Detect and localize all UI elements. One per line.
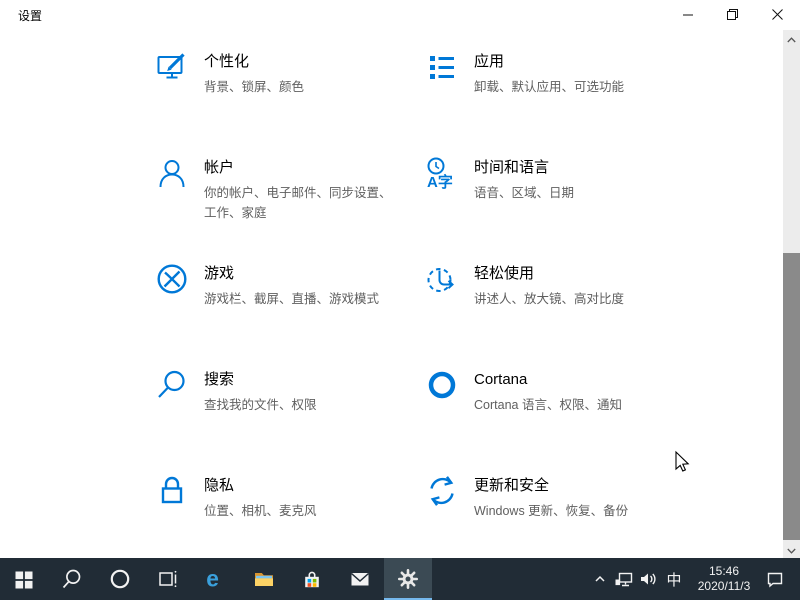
category-title: 应用 bbox=[474, 52, 624, 72]
taskbar-button-store[interactable] bbox=[288, 558, 336, 600]
tray-chevron-up-icon[interactable] bbox=[588, 558, 612, 600]
apps-icon bbox=[425, 50, 459, 84]
minimize-button[interactable] bbox=[665, 0, 710, 30]
edge-icon: e bbox=[203, 566, 229, 592]
category-title: 个性化 bbox=[204, 52, 304, 72]
svg-text:e: e bbox=[206, 566, 219, 592]
window-title: 设置 bbox=[18, 7, 42, 24]
category-title: 更新和安全 bbox=[474, 476, 628, 496]
cortana-icon bbox=[425, 368, 459, 402]
personalization-icon bbox=[155, 50, 189, 84]
search-icon bbox=[155, 368, 189, 402]
settings-category-ease-of-access[interactable]: 轻松使用 讲述人、放大镜、高对比度 bbox=[425, 262, 695, 368]
scroll-down-button[interactable] bbox=[783, 541, 800, 558]
chevron-down-icon bbox=[787, 541, 796, 559]
taskbar: e bbox=[0, 558, 800, 600]
category-title: Cortana bbox=[474, 370, 622, 390]
settings-category-personalization[interactable]: 个性化 背景、锁屏、颜色 bbox=[155, 50, 425, 156]
minimize-icon bbox=[683, 8, 693, 23]
category-subtitle: 背景、锁屏、颜色 bbox=[204, 77, 304, 97]
title-bar: 设置 bbox=[0, 0, 800, 30]
category-subtitle: Cortana 语言、权限、通知 bbox=[474, 395, 622, 415]
taskbar-buttons: e bbox=[0, 558, 432, 600]
update-security-icon bbox=[425, 474, 459, 508]
taskbar-button-taskbar-search[interactable] bbox=[48, 558, 96, 600]
settings-category-cortana[interactable]: Cortana Cortana 语言、权限、通知 bbox=[425, 368, 695, 474]
window-controls bbox=[665, 0, 800, 30]
gaming-icon bbox=[155, 262, 189, 296]
close-icon bbox=[772, 8, 783, 23]
taskbar-button-task-view[interactable] bbox=[144, 558, 192, 600]
svg-text:A字: A字 bbox=[427, 173, 453, 190]
taskbar-button-cortana-taskbar[interactable] bbox=[96, 558, 144, 600]
cortana-taskbar-icon bbox=[108, 567, 132, 591]
chevron-up-icon bbox=[787, 30, 796, 48]
accounts-icon bbox=[155, 156, 189, 190]
category-title: 帐户 bbox=[204, 158, 400, 178]
vertical-scrollbar[interactable] bbox=[783, 30, 800, 558]
taskbar-search-icon bbox=[60, 567, 84, 591]
system-tray: 中 15:46 2020/11/3 bbox=[588, 558, 800, 600]
category-subtitle: 语音、区域、日期 bbox=[474, 183, 574, 203]
category-subtitle: 游戏栏、截屏、直播、游戏模式 bbox=[204, 289, 379, 309]
clock[interactable]: 15:46 2020/11/3 bbox=[688, 564, 760, 594]
category-title: 游戏 bbox=[204, 264, 379, 284]
settings-gear-icon bbox=[396, 567, 420, 591]
clock-time: 15:46 bbox=[692, 564, 756, 579]
taskbar-button-mail[interactable] bbox=[336, 558, 384, 600]
time-language-icon: A字 bbox=[425, 156, 459, 190]
restore-down-icon bbox=[727, 8, 738, 23]
category-subtitle: 你的帐户、电子邮件、同步设置、工作、家庭 bbox=[204, 183, 400, 223]
mail-icon bbox=[348, 567, 372, 591]
taskbar-button-start[interactable] bbox=[0, 558, 48, 600]
volume-icon[interactable] bbox=[636, 558, 660, 600]
taskbar-button-settings-gear[interactable] bbox=[384, 558, 432, 600]
settings-category-grid: 个性化 背景、锁屏、颜色 应用 卸载、默认应用、可选功能 帐户 你的帐户、电子邮… bbox=[155, 50, 695, 580]
settings-category-time-language[interactable]: A字 时间和语言 语音、区域、日期 bbox=[425, 156, 695, 262]
ease-of-access-icon bbox=[425, 262, 459, 296]
settings-category-gaming[interactable]: 游戏 游戏栏、截屏、直播、游戏模式 bbox=[155, 262, 425, 368]
category-title: 时间和语言 bbox=[474, 158, 574, 178]
category-title: 搜索 bbox=[204, 370, 317, 390]
category-title: 隐私 bbox=[204, 476, 317, 496]
restore-button[interactable] bbox=[710, 0, 755, 30]
file-explorer-icon bbox=[252, 567, 276, 591]
category-subtitle: Windows 更新、恢复、备份 bbox=[474, 501, 628, 521]
category-subtitle: 卸载、默认应用、可选功能 bbox=[474, 77, 624, 97]
settings-category-apps[interactable]: 应用 卸载、默认应用、可选功能 bbox=[425, 50, 695, 156]
privacy-icon bbox=[155, 474, 189, 508]
store-icon bbox=[300, 567, 324, 591]
category-subtitle: 查找我的文件、权限 bbox=[204, 395, 317, 415]
category-title: 轻松使用 bbox=[474, 264, 624, 284]
clock-date: 2020/11/3 bbox=[692, 579, 756, 594]
ime-indicator[interactable]: 中 bbox=[660, 569, 688, 590]
category-subtitle: 位置、相机、麦克风 bbox=[204, 501, 317, 521]
action-center-icon[interactable] bbox=[760, 558, 790, 600]
taskbar-button-file-explorer[interactable] bbox=[240, 558, 288, 600]
taskbar-button-edge[interactable]: e bbox=[192, 558, 240, 600]
start-icon bbox=[12, 567, 36, 591]
task-view-icon bbox=[156, 567, 180, 591]
close-button[interactable] bbox=[755, 0, 800, 30]
scroll-up-button[interactable] bbox=[783, 30, 800, 47]
scrollbar-thumb[interactable] bbox=[783, 253, 800, 540]
network-icon[interactable] bbox=[612, 558, 636, 600]
category-subtitle: 讲述人、放大镜、高对比度 bbox=[474, 289, 624, 309]
settings-category-accounts[interactable]: 帐户 你的帐户、电子邮件、同步设置、工作、家庭 bbox=[155, 156, 425, 262]
settings-category-search[interactable]: 搜索 查找我的文件、权限 bbox=[155, 368, 425, 474]
